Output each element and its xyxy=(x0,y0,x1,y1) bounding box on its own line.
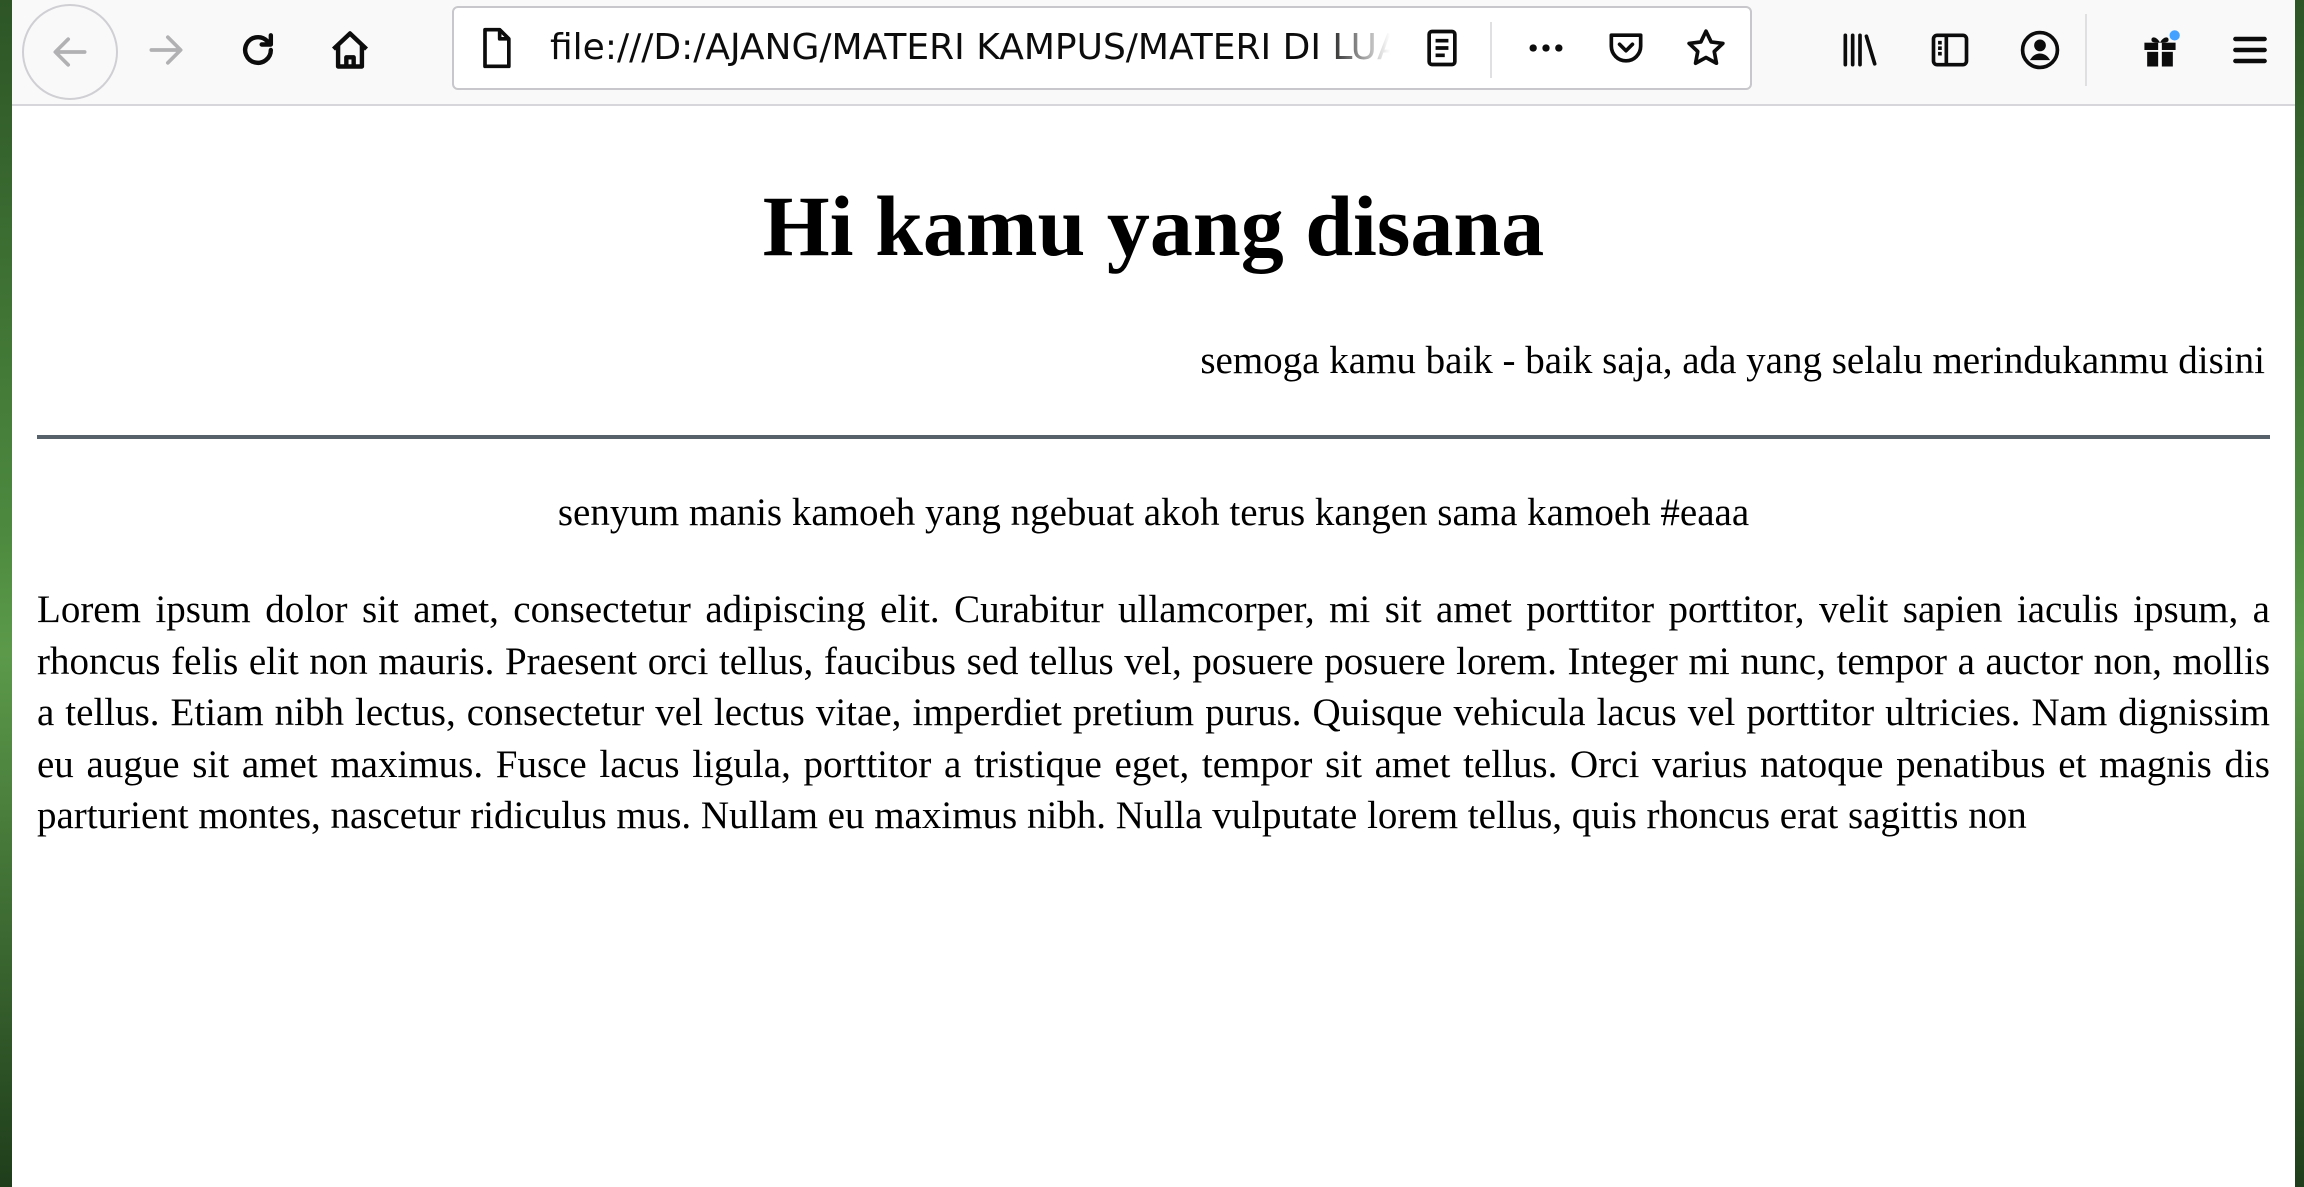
reload-button[interactable] xyxy=(216,8,300,92)
menu-icon xyxy=(2233,36,2267,64)
account-icon xyxy=(2020,30,2060,70)
page-actions-button[interactable] xyxy=(1520,22,1572,74)
gift-icon xyxy=(2144,30,2180,67)
library-icon xyxy=(1843,33,1877,67)
reader-view-icon xyxy=(1427,29,1457,67)
page-icon xyxy=(483,27,511,69)
browser-window: file:///D:/AJANG/MATERI KAMPUS/MATERI DI… xyxy=(12,0,2295,1187)
forward-button[interactable] xyxy=(124,8,208,92)
home-button[interactable] xyxy=(308,8,392,92)
browser-toolbar: file:///D:/AJANG/MATERI KAMPUS/MATERI DI… xyxy=(12,0,2295,106)
library-button[interactable] xyxy=(1818,8,1902,92)
home-icon xyxy=(331,31,369,69)
url-text[interactable]: file:///D:/AJANG/MATERI KAMPUS/MATERI DI… xyxy=(550,8,1390,88)
arrow-right-icon xyxy=(149,35,183,65)
desktop-background-right xyxy=(2295,0,2304,1187)
more-icon xyxy=(1529,44,1563,52)
body-paragraph: Lorem ipsum dolor sit amet, consectetur … xyxy=(37,588,2270,837)
account-button[interactable] xyxy=(1998,8,2082,92)
page-title: Hi kamu yang disana xyxy=(762,178,1545,274)
pocket-icon xyxy=(1609,33,1643,63)
sidebar-icon xyxy=(1931,33,1969,67)
pocket-button[interactable] xyxy=(1600,22,1652,74)
whats-new-button[interactable] xyxy=(2118,8,2202,92)
star-icon xyxy=(1687,29,1725,66)
horizontal-divider xyxy=(37,435,2270,439)
desktop-background-left xyxy=(0,0,12,1187)
reader-view-button[interactable] xyxy=(1416,22,1468,74)
quote-text: senyum manis kamoeh yang ngebuat akoh te… xyxy=(557,491,1750,534)
page-content: Hi kamu yang disana semoga kamu baik - b… xyxy=(12,106,2295,1187)
toolbar-separator xyxy=(2085,14,2087,86)
bookmark-star-button[interactable] xyxy=(1680,22,1732,74)
arrow-left-icon xyxy=(53,37,87,67)
back-button[interactable] xyxy=(22,4,118,100)
page-info-icon[interactable] xyxy=(470,22,522,74)
address-bar-separator xyxy=(1490,22,1492,78)
page-subtitle: semoga kamu baik - baik saja, ada yang s… xyxy=(1200,339,2265,382)
menu-button[interactable] xyxy=(2208,8,2292,92)
reload-icon xyxy=(242,33,274,66)
address-bar[interactable]: file:///D:/AJANG/MATERI KAMPUS/MATERI DI… xyxy=(452,6,1752,90)
sidebar-button[interactable] xyxy=(1908,8,1992,92)
notification-dot xyxy=(2169,30,2180,41)
